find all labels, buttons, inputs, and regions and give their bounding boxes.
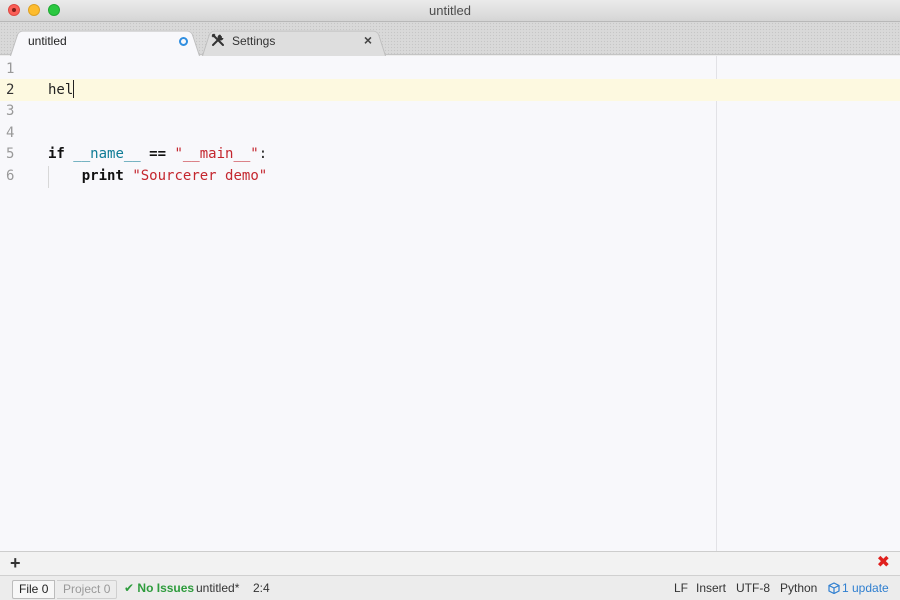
string-token: "Sourcerer demo" (132, 168, 268, 184)
editor-line: 4 (0, 122, 900, 144)
linter-status[interactable]: ✔ No Issues (120, 580, 198, 599)
issues-label: No Issues (137, 581, 195, 595)
status-filename[interactable]: untitled* (192, 580, 243, 599)
tab-shape (202, 30, 386, 56)
window-title: untitled (429, 3, 471, 18)
close-tab-icon[interactable]: × (364, 32, 372, 48)
tab-bar: untitled Settings × (0, 22, 900, 56)
panel-bar: + ✖ (0, 551, 900, 575)
keyword-token: print (81, 168, 124, 184)
line-number: 4 (6, 125, 15, 141)
string-token: "__main__" (174, 146, 259, 162)
add-panel-button[interactable]: + (10, 553, 21, 574)
indent-guide (48, 166, 49, 188)
editor-line-current: 2 hel (0, 79, 900, 101)
operator-token: == (140, 146, 175, 162)
code-token: hel (48, 82, 74, 98)
line-ending-selector[interactable]: LF (670, 580, 692, 599)
close-panel-button[interactable]: ✖ (877, 552, 890, 572)
modified-indicator-icon[interactable] (179, 37, 188, 46)
keyword-token: if (48, 146, 65, 162)
file-label: File (19, 582, 39, 596)
editor-line: 6 print "Sourcerer demo" (0, 165, 900, 187)
tab-untitled[interactable]: untitled (10, 28, 200, 56)
title-bar: untitled (0, 0, 900, 22)
code-text: print "Sourcerer demo" (48, 165, 267, 187)
check-icon: ✔ (124, 581, 135, 595)
tab-label: untitled (28, 34, 67, 48)
file-issues-toggle[interactable]: File 0 (12, 580, 56, 599)
line-number: 3 (6, 103, 15, 119)
file-count: 0 (41, 582, 49, 596)
tab-settings[interactable]: Settings × (202, 28, 386, 56)
project-label: Project (63, 582, 101, 596)
project-count: 0 (103, 582, 111, 596)
package-updates-link[interactable]: 1 update (824, 580, 893, 599)
line-number: 1 (6, 61, 15, 77)
status-bar: File 0 Project 0 ✔ No Issues untitled* 2… (0, 575, 900, 600)
dunder-token: __name__ (73, 146, 141, 162)
code-text: if __name__ == "__main__": (48, 143, 267, 165)
editor[interactable]: 1 2 hel 3 4 5 if __name__ == "__main__":… (0, 56, 900, 551)
encoding-selector[interactable]: UTF-8 (732, 580, 774, 599)
text-cursor (73, 80, 75, 98)
package-icon (828, 582, 840, 594)
insert-mode-indicator[interactable]: Insert (692, 580, 730, 599)
code-text: hel (48, 79, 75, 101)
editor-line: 1 (0, 58, 900, 80)
updates-label: 1 update (842, 581, 889, 595)
line-number: 6 (6, 168, 15, 184)
line-number: 5 (6, 146, 15, 162)
project-issues-toggle[interactable]: Project 0 (57, 580, 118, 599)
tools-icon (211, 33, 224, 46)
punctuation-token: : (258, 146, 268, 162)
grammar-selector[interactable]: Python (776, 580, 821, 599)
cursor-position[interactable]: 2:4 (249, 580, 274, 599)
editor-line: 5 if __name__ == "__main__": (0, 143, 900, 165)
editor-line: 3 (0, 100, 900, 122)
tab-label: Settings (232, 34, 276, 48)
line-number: 2 (6, 82, 15, 98)
